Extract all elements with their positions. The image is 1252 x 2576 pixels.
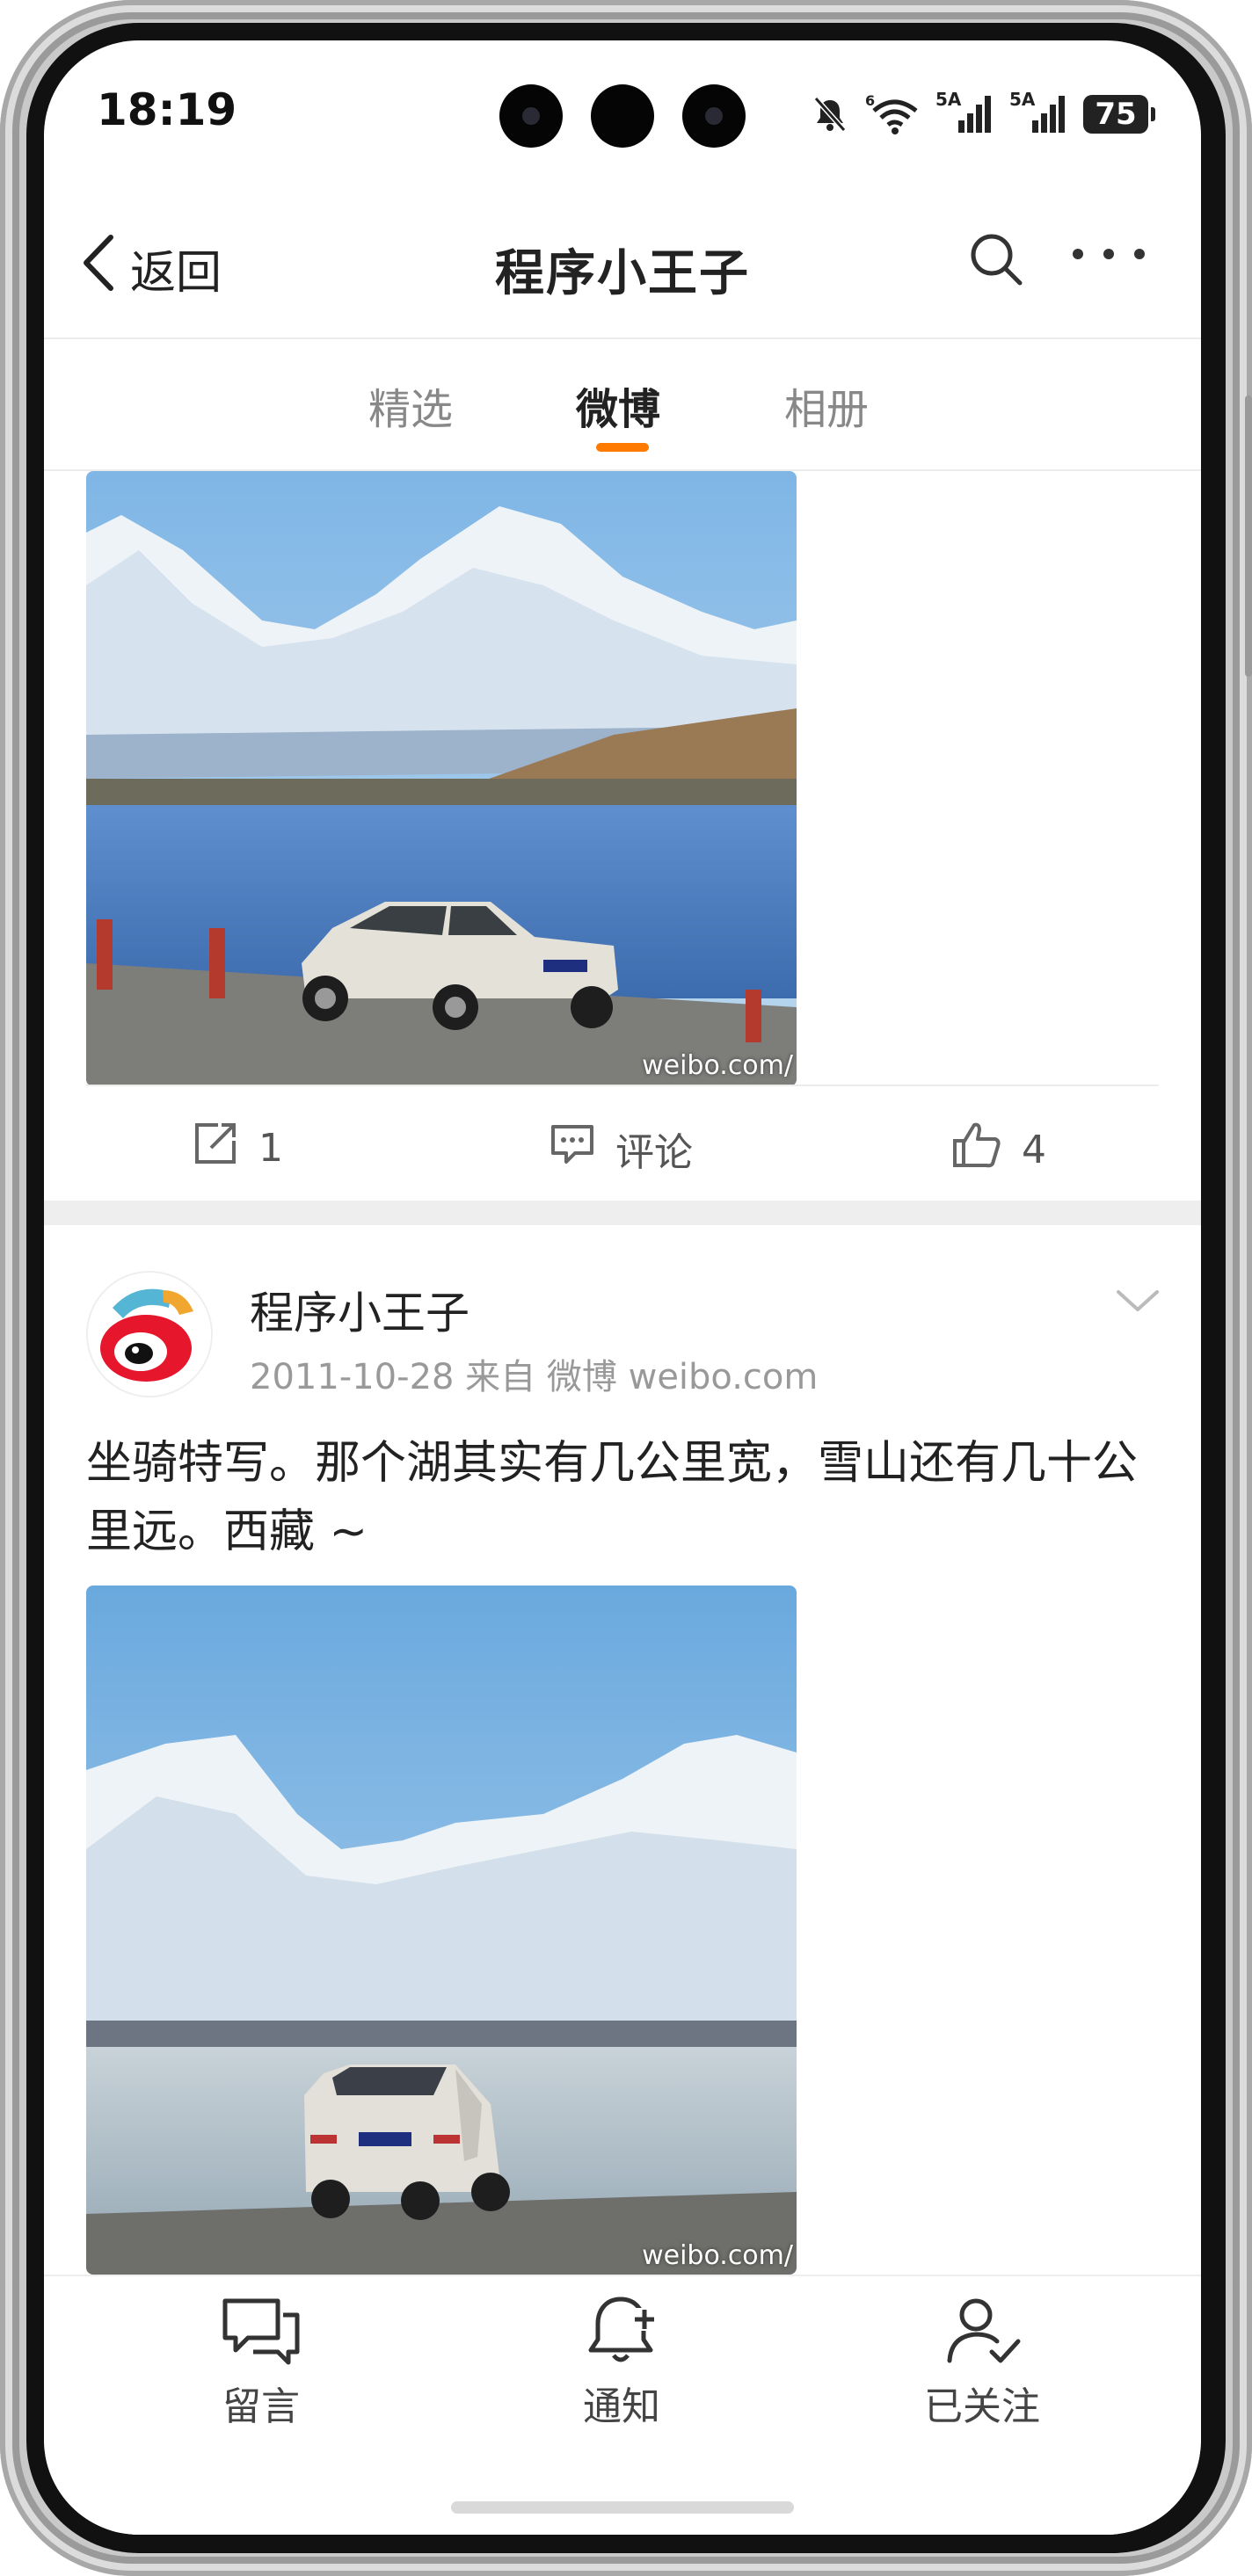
screen: 18:19 6 5A 5A 75 返回 程序小王子 精选 微博 相册 weibo…	[44, 40, 1201, 2535]
front-camera-icon	[682, 84, 746, 148]
post-text: 坐骑特写。那个湖其实有几公里宽，雪山还有几十公里远。西藏 ~	[86, 1437, 1139, 1558]
bell-plus-icon	[580, 2297, 663, 2371]
status-icons: 6 5A 5A 75	[811, 88, 1155, 141]
nav-label: 已关注	[924, 2384, 1040, 2429]
avatar[interactable]	[86, 1271, 213, 1397]
post-image[interactable]: weibo.com/	[86, 1586, 797, 2275]
page-title: 程序小王子	[495, 245, 750, 302]
network-type-label: 5A	[935, 89, 962, 110]
network-type-label: 5A	[1009, 89, 1036, 110]
comment-label: 评论	[615, 1129, 693, 1175]
share-icon	[192, 1120, 239, 1177]
tab-bar: 精选 微博 相册	[44, 339, 1201, 471]
home-indicator[interactable]	[451, 2501, 794, 2514]
comment-icon	[549, 1120, 596, 1177]
image-watermark: weibo.com/	[642, 2240, 793, 2271]
feed-separator	[44, 1201, 1201, 1225]
volume-button	[1245, 395, 1252, 677]
user-check-icon	[941, 2298, 1023, 2371]
image-watermark: weibo.com/	[642, 1050, 793, 1081]
search-icon[interactable]	[969, 232, 1025, 292]
post-author-name[interactable]: 程序小王子	[250, 1278, 470, 1341]
nav-label: 通知	[583, 2384, 660, 2429]
battery-icon: 75	[1083, 95, 1155, 134]
signal-icon: 5A	[935, 89, 994, 134]
svg-text:6: 6	[865, 93, 875, 109]
like-button[interactable]: 4	[951, 1120, 1046, 1180]
thumbs-up-icon	[951, 1120, 1002, 1180]
repost-count: 1	[258, 1126, 283, 1171]
active-tab-indicator	[596, 443, 649, 452]
signal-icon: 5A	[1009, 89, 1067, 134]
bottom-nav: 留言 通知 已关注	[44, 2275, 1201, 2535]
like-count: 4	[1022, 1128, 1046, 1172]
more-icon[interactable]	[1069, 241, 1148, 271]
tab-weibo[interactable]: 微博	[576, 374, 660, 436]
post-action-bar: 1 评论 4	[44, 1086, 1201, 1201]
tab-album[interactable]: 相册	[784, 374, 869, 436]
chevron-down-icon[interactable]	[1115, 1287, 1161, 1318]
nav-label: 留言	[222, 2384, 300, 2429]
wifi-icon: 6	[865, 93, 920, 135]
front-camera-icon	[591, 84, 654, 148]
status-time: 18:19	[97, 84, 237, 135]
post-image[interactable]: weibo.com/	[86, 471, 797, 1086]
mute-bell-icon	[811, 95, 849, 134]
front-camera-icon	[499, 84, 563, 148]
nav-following-button[interactable]: 已关注	[894, 2294, 1070, 2431]
comment-button[interactable]: 评论	[549, 1120, 693, 1177]
tab-featured[interactable]: 精选	[368, 374, 453, 436]
nav-notification-button[interactable]: 通知	[534, 2294, 710, 2431]
nav-message-button[interactable]: 留言	[173, 2294, 349, 2431]
repost-button[interactable]: 1	[192, 1120, 283, 1177]
message-icon	[220, 2298, 302, 2371]
post-meta: 2011-10-28 来自 微博 weibo.com	[250, 1357, 819, 1397]
top-nav-bar: 返回 程序小王子	[44, 207, 1201, 339]
